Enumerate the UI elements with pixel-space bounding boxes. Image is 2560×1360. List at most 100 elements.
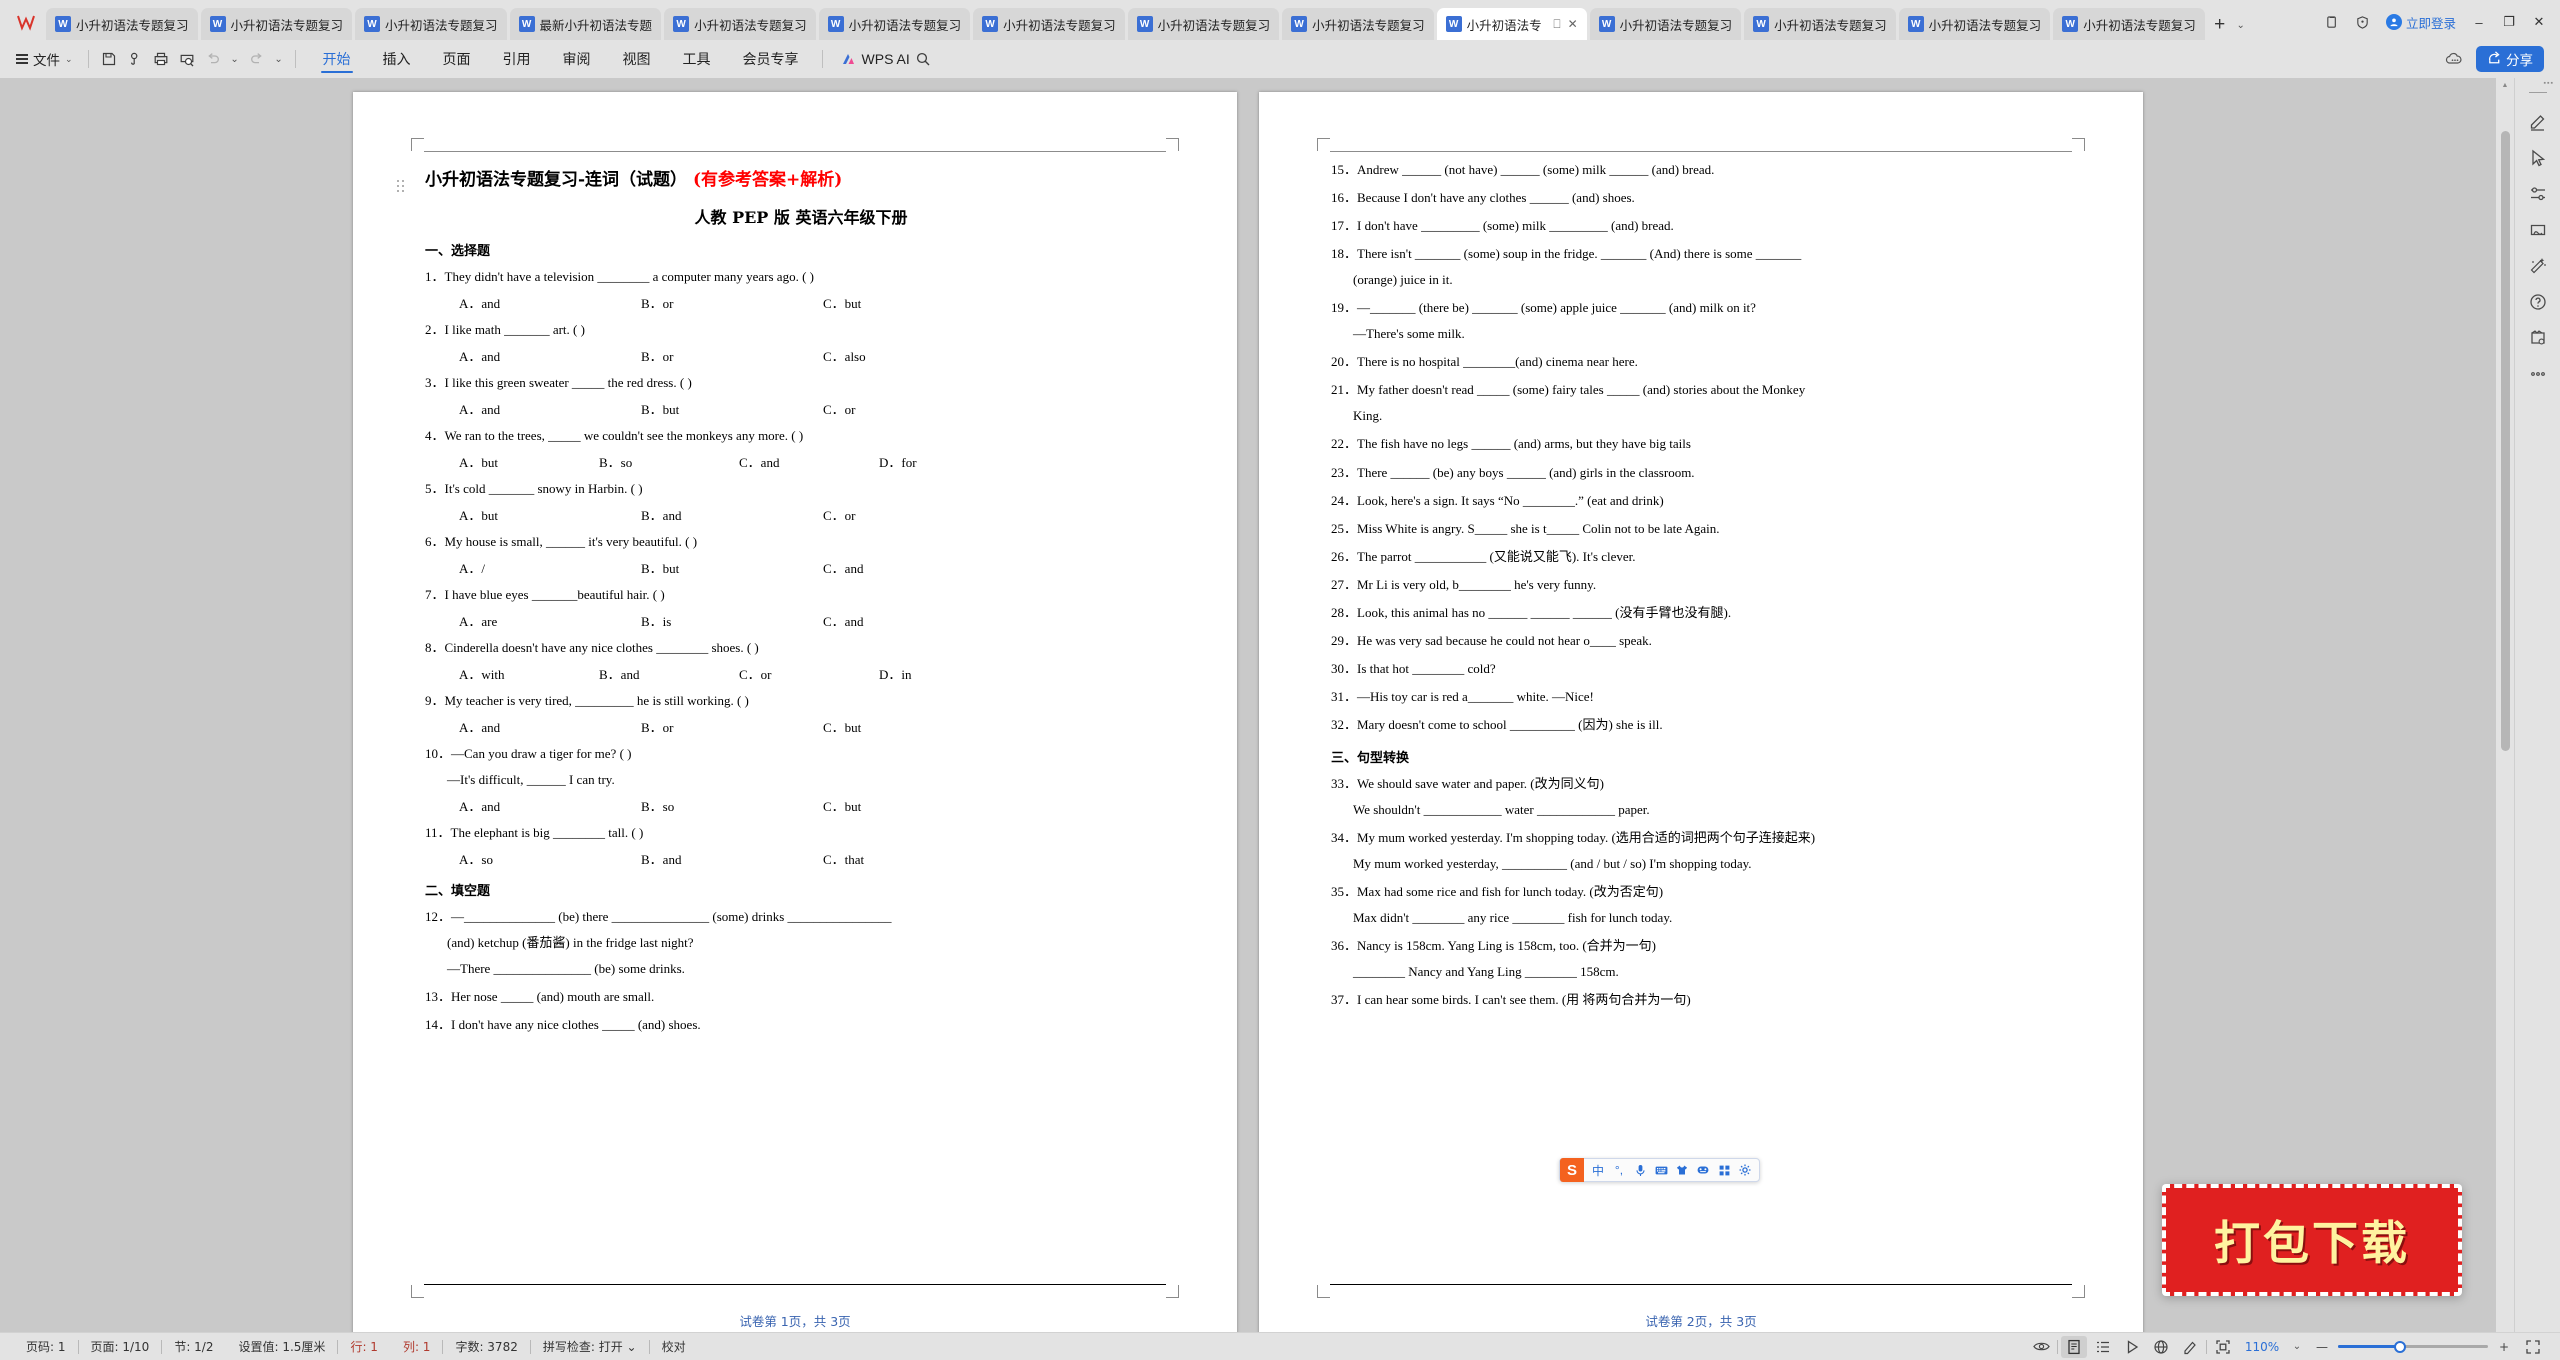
status-item-3[interactable]: 设置值: 1.5厘米 bbox=[226, 1338, 337, 1355]
ribbon-tab-2[interactable]: 页面 bbox=[427, 40, 487, 78]
ribbon-tab-3[interactable]: 引用 bbox=[487, 40, 547, 78]
zoom-out-button[interactable]: — bbox=[2309, 1336, 2335, 1358]
question-continuation: We shouldn't ____________ water ________… bbox=[1353, 802, 1650, 818]
document-tab[interactable]: W 小升初语法专题复习 bbox=[46, 8, 198, 40]
wps-ai-button[interactable]: WPS AI bbox=[830, 51, 910, 67]
ime-toolbar[interactable]: S 中 °, bbox=[1559, 1158, 1760, 1182]
search-icon[interactable] bbox=[910, 46, 936, 72]
question-options: A．but B．so C．and D．for bbox=[425, 452, 1177, 471]
save-icon[interactable] bbox=[96, 46, 122, 72]
document-tab[interactable]: W 小升初语法专题复习 bbox=[2053, 8, 2205, 40]
minimize-button[interactable]: – bbox=[2464, 7, 2494, 37]
close-icon[interactable]: ✕ bbox=[1568, 18, 1578, 30]
settings-icon[interactable] bbox=[1735, 1159, 1755, 1181]
skin-icon[interactable] bbox=[1672, 1159, 1692, 1181]
outline-view-button[interactable] bbox=[2090, 1336, 2116, 1358]
share-button[interactable]: 分享 bbox=[2476, 46, 2544, 72]
scroll-track[interactable] bbox=[2500, 95, 2510, 1326]
ribbon-tab-5[interactable]: 视图 bbox=[607, 40, 667, 78]
print-preview-icon[interactable] bbox=[174, 46, 200, 72]
scroll-up-icon[interactable]: ▲ bbox=[2502, 82, 2509, 89]
status-item-0[interactable]: 页码: 1 bbox=[14, 1338, 78, 1355]
tab-preview-icon[interactable]: ⎕ bbox=[1553, 18, 1560, 30]
keyboard-icon[interactable] bbox=[1651, 1159, 1671, 1181]
page-layout-view-button[interactable] bbox=[2061, 1335, 2087, 1358]
shield-icon[interactable] bbox=[2348, 7, 2378, 37]
sliders-icon[interactable] bbox=[2521, 177, 2555, 211]
status-item-6[interactable]: 字数: 3782 bbox=[443, 1338, 529, 1355]
document-tab[interactable]: W 小升初语法专题复习 bbox=[355, 8, 507, 40]
status-item-4[interactable]: 行: 1 bbox=[338, 1338, 390, 1355]
document-tab[interactable]: W 小升初语法专题复习 bbox=[973, 8, 1125, 40]
apps-icon[interactable] bbox=[1714, 1159, 1734, 1181]
status-item-2[interactable]: 节: 1/2 bbox=[162, 1338, 225, 1355]
highlighter-icon[interactable] bbox=[2177, 1336, 2203, 1358]
ribbon-tab-4[interactable]: 审阅 bbox=[547, 40, 607, 78]
cloud-more-icon[interactable] bbox=[2442, 46, 2468, 72]
word-doc-icon: W bbox=[1907, 16, 1924, 32]
document-tab[interactable]: W 小升初语法专题复习 bbox=[1282, 8, 1434, 40]
vertical-scrollbar[interactable]: ▪▪▪ ▲ bbox=[2496, 78, 2553, 1332]
reading-mode-icon[interactable] bbox=[2028, 1336, 2054, 1358]
emoji-icon[interactable] bbox=[1693, 1159, 1713, 1181]
document-tab[interactable]: W 小升初语法专 ⎕ ✕ bbox=[1436, 8, 1587, 40]
document-page-2[interactable]: 15．Andrew ______ (not have) ______ (some… bbox=[1259, 92, 2143, 1332]
zoom-dropdown-icon[interactable]: ⌄ bbox=[2288, 1332, 2306, 1360]
ribbon-tab-1[interactable]: 插入 bbox=[367, 40, 427, 78]
document-tab[interactable]: W 小升初语法专题复习 bbox=[1127, 8, 1280, 40]
status-item-8[interactable]: 校对 bbox=[650, 1338, 698, 1355]
ribbon-tab-7[interactable]: 会员专享 bbox=[727, 40, 815, 78]
ime-language-toggle[interactable]: 中 bbox=[1588, 1159, 1608, 1181]
ime-punctuation-toggle[interactable]: °, bbox=[1609, 1159, 1629, 1181]
magic-wand-icon[interactable] bbox=[2521, 249, 2555, 283]
redo-dropdown-icon[interactable]: ⌄ bbox=[270, 44, 288, 74]
mic-icon[interactable] bbox=[1630, 1159, 1650, 1181]
cloud-sync-icon[interactable] bbox=[122, 46, 148, 72]
copy-icon[interactable] bbox=[2318, 7, 2348, 37]
document-tab[interactable]: W 小升初语法专题复习 bbox=[1589, 8, 1742, 40]
new-tab-button[interactable]: + bbox=[2208, 10, 2232, 40]
zoom-slider[interactable] bbox=[2338, 1338, 2488, 1356]
cursor-icon[interactable] bbox=[2521, 141, 2555, 175]
file-menu-button[interactable]: 文件 ⌄ bbox=[8, 46, 81, 72]
undo-dropdown-icon[interactable]: ⌄ bbox=[226, 44, 244, 74]
option-d: D．in bbox=[879, 666, 912, 682]
status-item-1[interactable]: 页面: 1/10 bbox=[79, 1338, 162, 1355]
web-view-button[interactable] bbox=[2148, 1336, 2174, 1358]
login-button[interactable]: 立即登录 bbox=[2385, 13, 2456, 32]
document-tab[interactable]: W 小升初语法专题复习 bbox=[664, 8, 816, 40]
document-canvas[interactable]: 小升初语法专题复习-连词（试题） (有参考答案+解析) 人教 PEP 版 英语六… bbox=[0, 78, 2496, 1332]
maximize-button[interactable]: ❐ bbox=[2494, 7, 2524, 37]
print-icon[interactable] bbox=[148, 46, 174, 72]
document-tab[interactable]: W 小升初语法专题复习 bbox=[1744, 8, 1896, 40]
document-tab[interactable]: W 小升初语法专题复习 bbox=[818, 8, 971, 40]
zoom-level-label[interactable]: 110% bbox=[2239, 1340, 2285, 1354]
status-item-5[interactable]: 列: 1 bbox=[391, 1338, 443, 1355]
presentation-view-button[interactable] bbox=[2119, 1336, 2145, 1358]
ribbon-tab-6[interactable]: 工具 bbox=[667, 40, 727, 78]
document-tab[interactable]: W 小升初语法专题复习 bbox=[1898, 8, 2051, 40]
paragraph-drag-handle[interactable] bbox=[397, 180, 407, 194]
template-icon[interactable] bbox=[2521, 321, 2555, 355]
document-page-1[interactable]: 小升初语法专题复习-连词（试题） (有参考答案+解析) 人教 PEP 版 英语六… bbox=[353, 92, 1237, 1332]
redo-icon[interactable] bbox=[244, 46, 270, 72]
scroll-thumb[interactable] bbox=[2500, 131, 2510, 751]
fit-page-button[interactable] bbox=[2210, 1336, 2236, 1358]
close-button[interactable]: ✕ bbox=[2524, 7, 2554, 37]
download-watermark[interactable]: 打包下载 bbox=[2162, 1184, 2462, 1296]
ribbon-tab-0[interactable]: 开始 bbox=[307, 40, 367, 78]
help-icon[interactable] bbox=[2521, 285, 2555, 319]
tab-list-dropdown[interactable]: ⌄ bbox=[2232, 10, 2250, 40]
more-icon[interactable] bbox=[2521, 357, 2555, 391]
zoom-in-button[interactable]: + bbox=[2491, 1336, 2517, 1358]
zoom-slider-knob[interactable] bbox=[2394, 1340, 2406, 1353]
question-continuation: My mum worked yesterday, __________ (and… bbox=[1353, 856, 1752, 872]
status-item-7[interactable]: 拼写检查: 打开 ⌄ bbox=[531, 1338, 649, 1355]
fullscreen-icon[interactable] bbox=[2520, 1336, 2546, 1358]
clothes-icon[interactable] bbox=[2521, 213, 2555, 247]
pen-icon[interactable] bbox=[2521, 105, 2555, 139]
document-tab[interactable]: W 小升初语法专题复习 bbox=[200, 8, 353, 40]
question-continuation: —It's difficult, ______ I can try. bbox=[447, 771, 615, 787]
document-tab[interactable]: W 最新小升初语法专题 bbox=[509, 8, 662, 40]
undo-icon[interactable] bbox=[200, 46, 226, 72]
